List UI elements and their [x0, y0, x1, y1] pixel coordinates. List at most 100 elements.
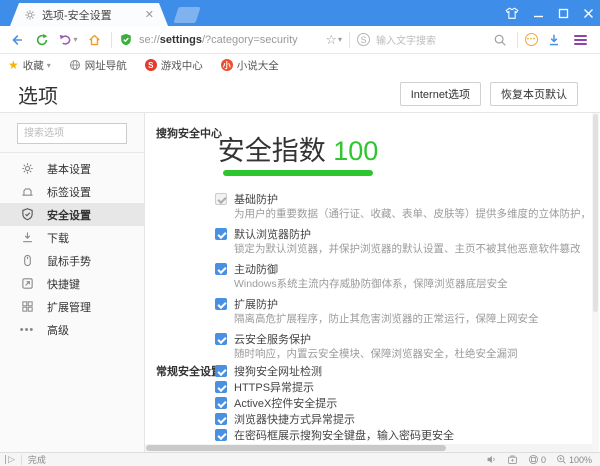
sidebar-item-extensions[interactable]: 扩展管理	[0, 295, 145, 318]
account-passport-icon[interactable]: •••	[525, 33, 538, 46]
general-setting-label: HTTPS异常提示	[234, 379, 314, 395]
protection-checkbox[interactable]	[215, 228, 227, 240]
protection-description: 隔离高危扩展程序，防止其危害浏览器的正常运行，保障上网安全	[234, 312, 587, 327]
protection-label: 主动防御	[234, 261, 278, 277]
zoom-control[interactable]: 100%	[556, 454, 592, 465]
new-tab-button[interactable]	[173, 7, 200, 23]
tab-close-icon[interactable]: ✕	[145, 8, 154, 21]
blocked-count: 0	[541, 455, 546, 465]
favorites-caret[interactable]: ▾	[47, 61, 51, 70]
security-index-bar	[223, 170, 373, 176]
site-security-shield-icon	[119, 33, 133, 47]
game-center-icon: S	[145, 59, 157, 71]
browser-tab[interactable]: 选项-安全设置 ✕	[10, 3, 168, 26]
protection-label: 扩展防护	[234, 296, 278, 312]
general-section-label: 常规安全设置	[156, 363, 215, 452]
protection-item: 基础防护 为用户的重要数据（通行证、收藏、表单、皮肤等）提供多维度的立体防护，保…	[215, 191, 587, 222]
sidebar-item-basic-settings[interactable]: 基本设置	[0, 157, 145, 180]
protection-label: 云安全服务保护	[234, 331, 311, 347]
sidebar-item-mouse-gestures[interactable]: 鼠标手势	[0, 249, 145, 272]
general-setting-row: ActiveX控件安全提示	[215, 395, 454, 411]
bookmark-game-center[interactable]: S游戏中心	[145, 58, 203, 73]
menu-icon[interactable]	[570, 32, 590, 48]
general-setting-row: 浏览器快捷方式异常提示	[215, 411, 454, 427]
url-text: se://settings/?category=security	[139, 34, 298, 46]
general-settings-list: 搜狗安全网址检测 HTTPS异常提示 ActiveX控件安全提示 浏览器快捷方式…	[215, 363, 454, 452]
sidebar-search-input[interactable]	[17, 123, 127, 144]
protection-label: 默认浏览器防护	[234, 226, 311, 242]
protection-checkbox[interactable]	[215, 263, 227, 275]
protection-description: Windows系统主流内存威胁防御体系，保障浏览器底层安全	[234, 277, 587, 292]
security-index-value: 100	[333, 136, 378, 166]
general-setting-label: 浏览器快捷方式异常提示	[234, 411, 355, 427]
protection-item: 扩展防护 隔离高危扩展程序，防止其危害浏览器的正常运行，保障上网安全	[215, 296, 587, 327]
restore-defaults-button[interactable]: 恢复本页默认	[490, 82, 578, 106]
protection-item: 默认浏览器防护 锁定为默认浏览器，并保护浏览器的默认设置、主页不被其他恶意软件篡…	[215, 226, 587, 257]
sogou-search-logo-icon: S	[357, 33, 370, 46]
protection-checkbox[interactable]	[215, 298, 227, 310]
search-input[interactable]: 输入文字搜索	[376, 32, 484, 47]
general-checkbox[interactable]	[215, 397, 227, 409]
sidebar-item-shortcuts[interactable]: 快捷键	[0, 272, 145, 295]
protection-list: 基础防护 为用户的重要数据（通行证、收藏、表单、皮肤等）提供多维度的立体防护，保…	[215, 191, 587, 366]
protection-label: 基础防护	[234, 191, 278, 207]
tab-title: 选项-安全设置	[42, 7, 145, 23]
protection-description: 随时响应，内置云安全模块、保障浏览器安全，杜绝安全漏洞	[234, 347, 587, 362]
speaker-icon[interactable]	[486, 454, 497, 465]
protection-description: 为用户的重要数据（通行证、收藏、表单、皮肤等）提供多维度的立体防护，保障浏览器数…	[234, 207, 587, 222]
sidebar-item-tab-settings[interactable]: 标签设置	[0, 180, 145, 203]
general-checkbox[interactable]	[215, 365, 227, 377]
bookmark-star-icon[interactable]: ☆	[325, 32, 337, 48]
search-icon[interactable]	[490, 32, 510, 48]
general-setting-row: HTTPS异常提示	[215, 379, 454, 395]
general-checkbox[interactable]	[215, 413, 227, 425]
ad-block-counter[interactable]: 0	[528, 454, 546, 465]
undo-dropdown-caret[interactable]: ▾	[73, 35, 77, 44]
bookmark-novels[interactable]: 小小说大全	[221, 58, 279, 73]
back-icon[interactable]	[6, 32, 26, 48]
bookmark-dropdown-caret[interactable]: ▾	[338, 35, 342, 44]
toolbox-icon[interactable]	[507, 454, 518, 465]
download-manager-icon[interactable]	[544, 32, 564, 48]
protection-description: 锁定为默认浏览器，并保护浏览器的默认设置、主页不被其他恶意软件篡改	[234, 242, 587, 257]
settings-sidebar: 基本设置 标签设置 安全设置 下载 鼠标手势 快捷键 扩展管理 ••• 高级	[0, 113, 145, 452]
grid-icon	[20, 300, 34, 314]
gear-icon	[20, 162, 34, 176]
page-title: 选项	[18, 80, 400, 109]
address-bar[interactable]: se://settings/?category=security	[119, 33, 325, 47]
internet-options-button[interactable]: Internet选项	[400, 82, 481, 106]
undo-history-icon[interactable]: ▾	[58, 32, 78, 48]
home-icon[interactable]	[84, 32, 104, 48]
sidebar-item-advanced[interactable]: ••• 高级	[0, 318, 145, 341]
horizontal-scrollbar-thumb[interactable]	[146, 445, 446, 451]
bookmark-favorites[interactable]: ★收藏▾	[8, 58, 51, 73]
general-security-section: 常规安全设置 搜狗安全网址检测 HTTPS异常提示 ActiveX控件安全提示 …	[156, 363, 454, 452]
protection-checkbox[interactable]	[215, 333, 227, 345]
refresh-icon[interactable]	[32, 32, 52, 48]
bookmark-nav[interactable]: 网址导航	[69, 58, 127, 73]
ellipsis-icon: •••	[20, 323, 34, 337]
zoom-level: 100%	[569, 455, 592, 465]
general-setting-row: 在密码框展示搜狗安全键盘，输入密码更安全	[215, 427, 454, 443]
globe-icon	[69, 59, 81, 71]
window-titlebar: 选项-安全设置 ✕	[0, 0, 600, 26]
vertical-scrollbar-thumb[interactable]	[593, 114, 598, 312]
general-checkbox[interactable]	[215, 429, 227, 441]
sidebar-toggle-icon[interactable]: ▷	[5, 455, 15, 464]
page-header: 选项 Internet选项 恢复本页默认	[0, 76, 600, 113]
novels-icon: 小	[221, 59, 233, 71]
protection-item: 主动防御 Windows系统主流内存威胁防御体系，保障浏览器底层安全	[215, 261, 587, 292]
star-icon: ★	[8, 58, 19, 72]
status-bar: ▷ 完成 0 100%	[0, 452, 600, 466]
protection-checkbox[interactable]	[215, 193, 227, 205]
minimize-icon[interactable]	[533, 8, 544, 19]
maximize-icon[interactable]	[558, 8, 569, 19]
close-icon[interactable]	[583, 8, 594, 19]
sidebar-item-downloads[interactable]: 下载	[0, 226, 145, 249]
skin-theme-icon[interactable]	[505, 7, 519, 20]
navigation-toolbar: ▾ se://settings/?category=security ☆ ▾ S…	[0, 26, 600, 54]
gear-icon	[24, 9, 36, 21]
general-checkbox[interactable]	[215, 381, 227, 393]
sidebar-item-security-settings[interactable]: 安全设置	[0, 203, 145, 226]
security-index: 安全指数 100	[198, 129, 398, 168]
